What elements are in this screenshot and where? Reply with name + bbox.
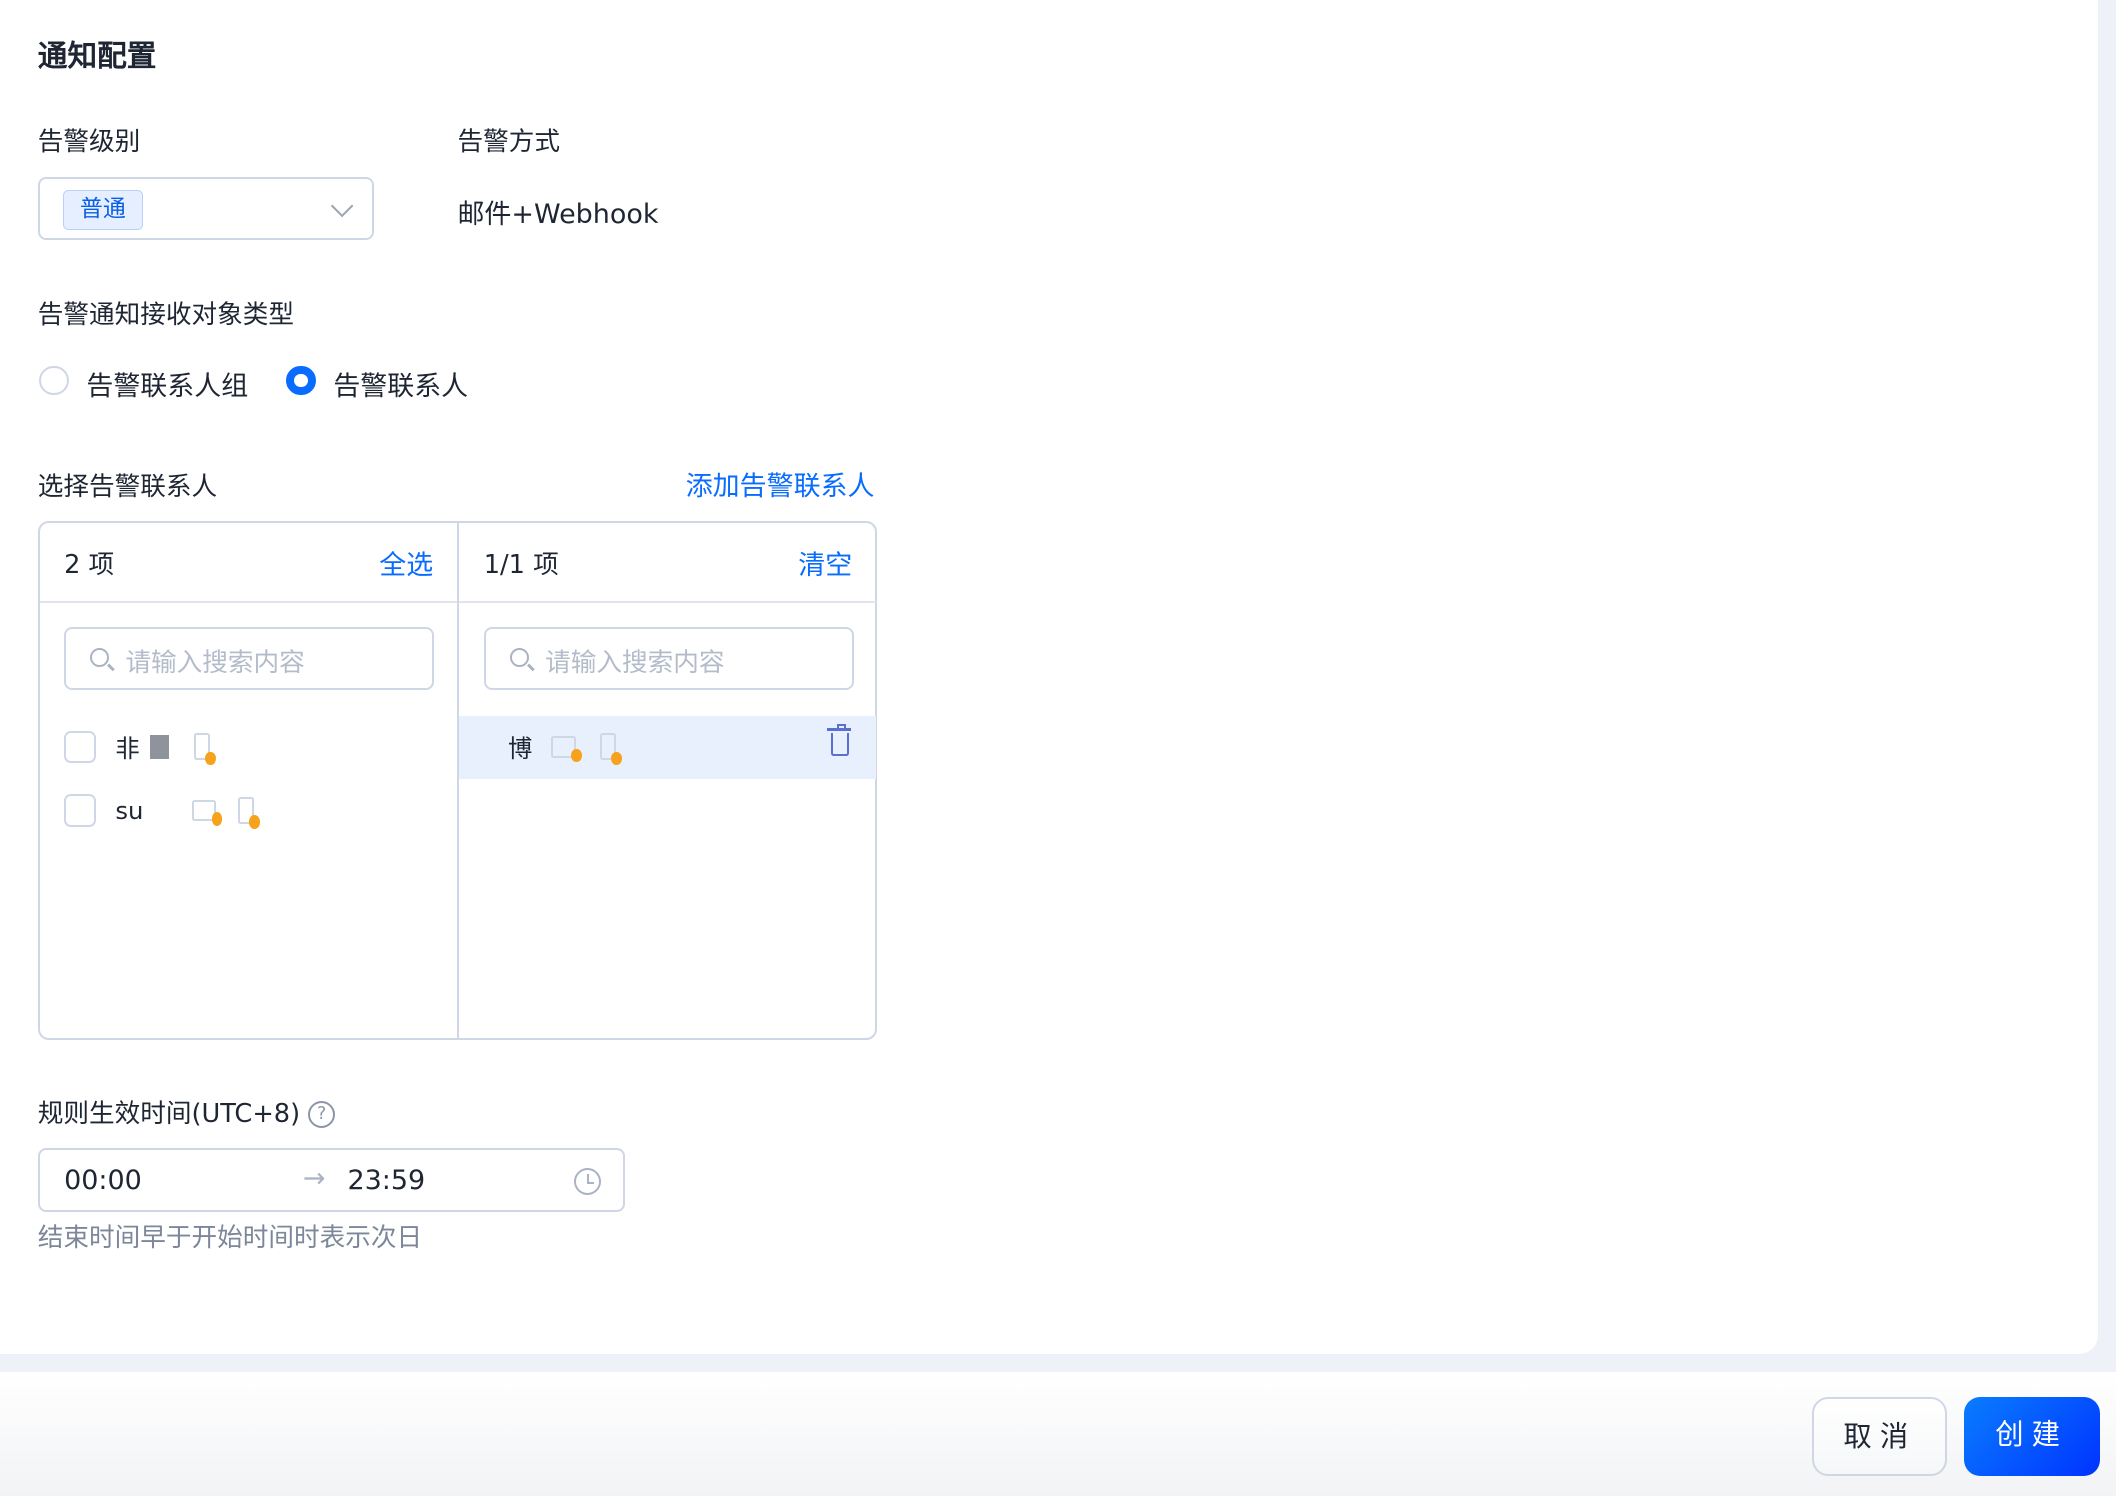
select-all-link[interactable]: 全选 [379,543,433,582]
target-pane: 1/1 项 清空 请输入搜索内容 博 [459,523,877,1039]
contact-name: su [115,795,144,825]
search-icon [90,647,110,667]
help-icon[interactable]: ? [308,1101,336,1129]
section-title: 通知配置 [37,38,157,74]
create-button[interactable]: 创建 [1963,1396,2100,1477]
end-time[interactable]: 23:59 [347,1165,425,1196]
source-search-input[interactable]: 请输入搜索内容 [64,626,434,691]
selected-item[interactable]: 博 [459,715,877,780]
target-count: 1/1 项 [483,550,559,581]
target-search-input[interactable]: 请输入搜索内容 [483,626,854,691]
list-item[interactable]: 非 [64,729,216,766]
redacted-block [150,734,170,760]
alert-level-label: 告警级别 [37,127,141,158]
search-icon [510,647,529,667]
checkbox[interactable] [64,794,97,827]
contact-transfer: 2 项 全选 请输入搜索内容 非 su 1/1 项 清空 请输入搜索内容 博 [37,520,878,1041]
radio-contact-group-label[interactable]: 告警联系人组 [86,364,248,403]
checkbox[interactable] [64,730,97,764]
search-placeholder: 请输入搜索内容 [545,648,725,679]
search-placeholder: 请输入搜索内容 [125,648,305,679]
chevron-down-icon [330,194,354,218]
select-contacts-label: 选择告警联系人 [37,471,218,502]
list-item[interactable]: su [64,793,261,829]
source-count: 2 项 [64,550,115,581]
alert-method-label: 告警方式 [457,127,560,158]
clear-link[interactable]: 清空 [798,543,852,582]
contact-name: 博 [508,734,533,764]
phone-icon [193,733,216,766]
clock-icon [574,1167,602,1195]
phone-icon [599,733,623,766]
add-contact-link[interactable]: 添加告警联系人 [686,464,875,503]
source-pane: 2 项 全选 请输入搜索内容 非 su [39,522,460,1039]
time-range-picker[interactable]: 00:00 → 23:59 [37,1148,625,1212]
effective-time-text: 规则生效时间(UTC+8) [37,1099,301,1130]
time-hint: 结束时间早于开始时间时表示次日 [37,1223,423,1254]
contact-name: 非 [115,734,140,764]
level-tag: 普通 [62,189,143,231]
email-icon [191,799,223,826]
recipient-type-label: 告警通知接收对象类型 [37,300,295,331]
phone-icon [237,796,261,829]
arrow-right-icon: → [302,1162,326,1194]
radio-contact[interactable] [286,365,316,396]
radio-contact-group[interactable] [39,365,69,396]
trash-icon[interactable] [827,723,852,757]
cancel-button[interactable]: 取消 [1812,1396,1948,1477]
alert-method-value: 邮件+Webhook [457,198,659,230]
notification-config-card: 通知配置 告警级别 普通 告警方式 邮件+Webhook 告警通知接收对象类型 … [0,0,2099,1354]
footer-bar: 取消 创建 [0,1372,2116,1496]
effective-time-label: 规则生效时间(UTC+8)? [37,1093,336,1130]
start-time[interactable]: 00:00 [64,1165,142,1196]
email-icon [551,736,582,763]
radio-contact-label[interactable]: 告警联系人 [333,364,468,403]
alert-level-select[interactable]: 普通 [37,176,374,241]
